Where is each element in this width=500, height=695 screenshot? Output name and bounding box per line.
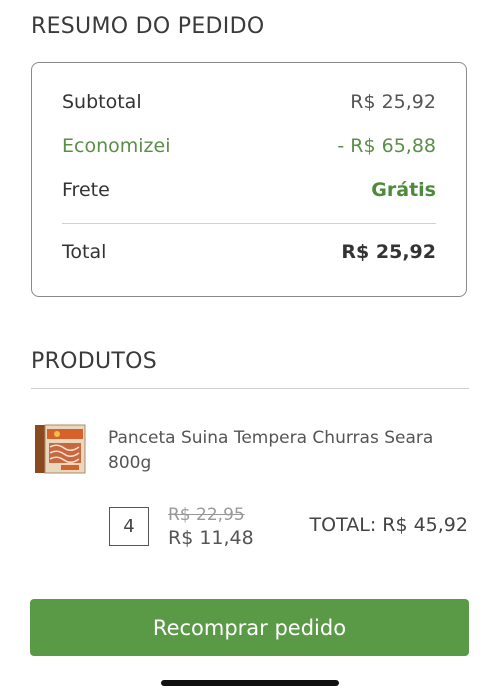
products-divider: [31, 388, 469, 389]
summary-title: RESUMO DO PEDIDO: [31, 14, 265, 39]
product-package-icon: [35, 424, 86, 474]
home-indicator: [161, 680, 339, 686]
product-line-total: TOTAL: R$ 45,92: [309, 514, 468, 536]
total-row: Total R$ 25,92: [62, 241, 436, 263]
products-title: PRODUTOS: [31, 349, 158, 374]
shipping-label: Frete: [62, 179, 110, 201]
savings-label: Economizei: [62, 135, 171, 157]
product-old-price: R$ 22,95: [168, 505, 245, 525]
subtotal-row: Subtotal R$ 25,92: [62, 91, 436, 113]
summary-divider: [62, 223, 436, 224]
order-summary-card: Subtotal R$ 25,92 Economizei - R$ 65,88 …: [31, 62, 467, 297]
shipping-value: Grátis: [371, 179, 436, 201]
product-image: [33, 423, 87, 477]
subtotal-label: Subtotal: [62, 91, 142, 113]
savings-row: Economizei - R$ 65,88: [62, 135, 436, 157]
product-unit-price: R$ 11,48: [168, 527, 254, 549]
savings-value: - R$ 65,88: [337, 135, 436, 157]
subtotal-value: R$ 25,92: [350, 91, 436, 113]
total-label: Total: [62, 241, 107, 263]
quantity-field[interactable]: 4: [109, 507, 149, 546]
reorder-button[interactable]: Recomprar pedido: [30, 599, 469, 656]
total-value: R$ 25,92: [341, 241, 436, 263]
shipping-row: Frete Grátis: [62, 179, 436, 201]
product-name: Panceta Suina Tempera Churras Seara 800g: [108, 428, 434, 473]
